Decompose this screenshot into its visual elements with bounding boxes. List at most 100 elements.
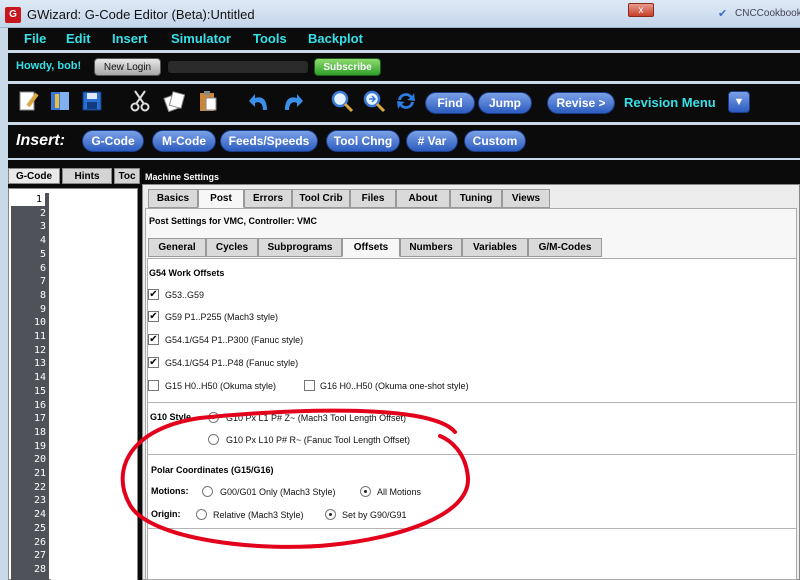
radio-label: All Motions [377, 487, 422, 497]
radio-origin-relative[interactable] [196, 509, 207, 520]
redacted-text [168, 61, 308, 73]
user-bar: Howdy, bob! New Login Subscribe [8, 53, 800, 81]
line-number: 2 [39, 207, 46, 219]
insert-mcode-button[interactable]: M-Code [152, 130, 216, 152]
greeting-text: Howdy, bob! [16, 60, 82, 72]
section-divider [147, 402, 797, 403]
line-number: 17 [33, 413, 46, 425]
subscribe-button[interactable]: Subscribe [314, 58, 381, 76]
menu-edit[interactable]: Edit [66, 31, 91, 46]
paste-clipboard-icon[interactable] [194, 88, 222, 116]
tab-gcode[interactable]: G-Code [8, 168, 60, 184]
radio-motions-all[interactable] [360, 486, 371, 497]
checkbox-g53-g59[interactable]: ✔ [148, 289, 159, 300]
line-number: 14 [33, 372, 46, 384]
refresh-icon[interactable] [392, 88, 420, 116]
jump-button[interactable]: Jump [478, 92, 532, 114]
save-disk-icon[interactable] [78, 88, 106, 116]
radio-g10-fanuc[interactable] [208, 434, 219, 445]
line-number: 28 [33, 563, 46, 575]
section-divider [147, 528, 797, 529]
line-number: 19 [33, 440, 46, 452]
menu-insert[interactable]: Insert [112, 31, 147, 46]
revision-menu-label: Revision Menu [624, 95, 716, 110]
menu-file[interactable]: File [24, 31, 46, 46]
tab-tuning[interactable]: Tuning [450, 189, 502, 208]
insert-gcode-button[interactable]: G-Code [82, 130, 144, 152]
editor-tabs: G-Code Hints Toc [8, 168, 140, 184]
code-editor[interactable]: 1 2 3 4 5 6 7 8 9 10 11 12 13 14 15 16 17 18 19 20 21 22 23 24 2… [8, 188, 138, 580]
redo-icon[interactable] [278, 88, 306, 116]
tab-basics[interactable]: Basics [148, 189, 198, 208]
tab-post[interactable]: Post [198, 189, 244, 208]
line-number: 12 [33, 344, 46, 356]
insert-tool-change-button[interactable]: Tool Chng [326, 130, 400, 152]
undo-icon[interactable] [246, 88, 274, 116]
tab-views[interactable]: Views [502, 189, 550, 208]
line-number: 9 [39, 303, 46, 315]
line-number: 22 [33, 481, 46, 493]
tab-toc[interactable]: Toc [114, 168, 140, 184]
checkbox-label: G15 H0..H50 (Okuma style) [165, 381, 277, 391]
line-number: 23 [33, 495, 46, 507]
radio-motions-g00-g01[interactable] [202, 486, 213, 497]
revision-menu-dropdown-button[interactable]: ▼ [728, 91, 750, 113]
radio-origin-g90-g91[interactable] [325, 509, 336, 520]
revise-button[interactable]: Revise > [547, 92, 615, 114]
line-number: 13 [33, 358, 46, 370]
tab-offsets[interactable]: Offsets [342, 238, 400, 257]
checkbox-g54-1-p48[interactable]: ✔ [148, 357, 159, 368]
copy-icon[interactable] [160, 88, 188, 116]
find-button[interactable]: Find [425, 92, 475, 114]
line-number: 27 [33, 550, 46, 562]
tab-gm-codes[interactable]: G/M-Codes [528, 238, 602, 257]
toolbar: Find Jump Revise > Revision Menu ▼ [8, 84, 800, 122]
radio-g10-mach3[interactable] [208, 412, 219, 423]
tab-cycles[interactable]: Cycles [206, 238, 258, 257]
radio-label: G10 Px L10 P# R~ (Fanuc Tool Length Offs… [226, 435, 411, 445]
checkbox-label: G16 H0..H50 (Okuma one-shot style) [320, 381, 469, 391]
tab-about[interactable]: About [396, 189, 450, 208]
find-next-magnifier-icon[interactable] [360, 88, 388, 116]
tab-subprograms[interactable]: Subprograms [258, 238, 342, 257]
background-window-text: CNCCookbook [735, 8, 800, 19]
new-document-icon[interactable] [14, 88, 42, 116]
radio-label: G10 Px L1 P# Z~ (Mach3 Tool Length Offse… [226, 413, 407, 423]
cut-scissors-icon[interactable] [126, 88, 154, 116]
title-bar: G GWizard: G-Code Editor (Beta):Untitled… [0, 0, 800, 28]
line-number: 8 [39, 289, 46, 301]
tab-hints[interactable]: Hints [62, 168, 112, 184]
line-number: 16 [33, 399, 46, 411]
new-login-button[interactable]: New Login [94, 58, 161, 76]
insert-custom-button[interactable]: Custom [464, 130, 526, 152]
find-magnifier-icon[interactable] [328, 88, 356, 116]
checkbox-g54-1-p300[interactable]: ✔ [148, 334, 159, 345]
tab-variables[interactable]: Variables [462, 238, 528, 257]
line-number-gutter: 1 2 3 4 5 6 7 8 9 10 11 12 13 14 15 16 17 18 19 20 21 22 23 24 2… [11, 193, 49, 580]
window-close-button[interactable]: x [628, 3, 654, 17]
line-number: 26 [33, 536, 46, 548]
tab-files[interactable]: Files [350, 189, 396, 208]
insert-variable-button[interactable]: # Var [406, 130, 458, 152]
checkbox-label: G54.1/G54 P1..P48 (Fanuc style) [165, 358, 299, 368]
checkbox-g15-okuma[interactable] [148, 380, 159, 391]
line-number: 11 [33, 331, 46, 342]
checkbox-g59-p1-p255[interactable]: ✔ [148, 311, 159, 322]
line-number: 5 [39, 248, 46, 260]
motions-label: Motions: [151, 486, 189, 496]
menu-backplot[interactable]: Backplot [308, 31, 363, 46]
code-text-area[interactable] [51, 193, 137, 580]
tab-numbers[interactable]: Numbers [400, 238, 462, 257]
checkbox-g16-okuma[interactable] [304, 380, 315, 391]
tab-general[interactable]: General [148, 238, 206, 257]
insert-feeds-speeds-button[interactable]: Feeds/Speeds [220, 130, 318, 152]
menu-simulator[interactable]: Simulator [171, 31, 231, 46]
line-number: 6 [39, 262, 46, 274]
line-number: 1 [11, 193, 45, 206]
tab-tool-crib[interactable]: Tool Crib [292, 189, 350, 208]
post-settings-title: Post Settings for VMC, Controller: VMC [149, 216, 318, 226]
open-book-icon[interactable] [46, 88, 74, 116]
tab-errors[interactable]: Errors [244, 189, 292, 208]
menu-tools[interactable]: Tools [253, 31, 287, 46]
checkbox-label: G54.1/G54 P1..P300 (Fanuc style) [165, 335, 304, 345]
